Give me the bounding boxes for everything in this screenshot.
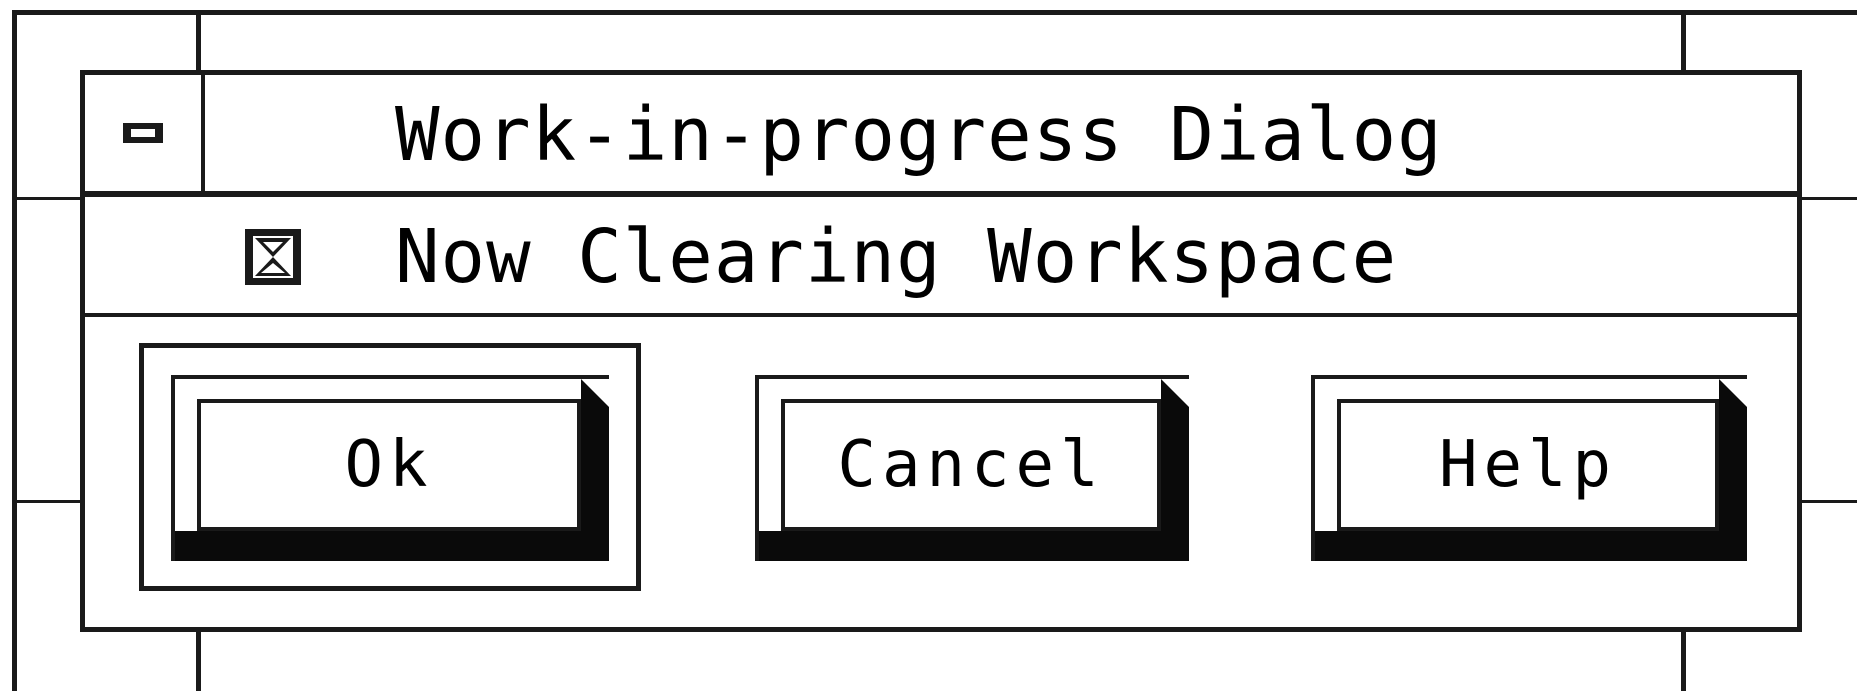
ok-button[interactable]: Ok xyxy=(171,375,609,561)
screen: Work-in-progress Dialog Now Clearing Wor… xyxy=(0,0,1857,691)
hourglass-icon xyxy=(245,229,301,285)
help-button-label: Help xyxy=(1337,399,1719,531)
status-row: Now Clearing Workspace xyxy=(85,197,1797,317)
status-message: Now Clearing Workspace xyxy=(395,214,1398,300)
cancel-button[interactable]: Cancel xyxy=(755,375,1189,561)
system-menu-button[interactable] xyxy=(85,75,205,191)
cancel-button-label: Cancel xyxy=(781,399,1161,531)
background-divider xyxy=(12,500,82,503)
dialog-title-bar[interactable]: Work-in-progress Dialog xyxy=(85,75,1797,197)
help-button[interactable]: Help xyxy=(1311,375,1747,561)
dialog-title: Work-in-progress Dialog xyxy=(395,92,1443,178)
ok-button-label: Ok xyxy=(197,399,581,531)
work-in-progress-dialog: Work-in-progress Dialog Now Clearing Wor… xyxy=(80,70,1802,632)
background-divider xyxy=(1800,500,1857,503)
system-menu-icon xyxy=(123,123,163,143)
